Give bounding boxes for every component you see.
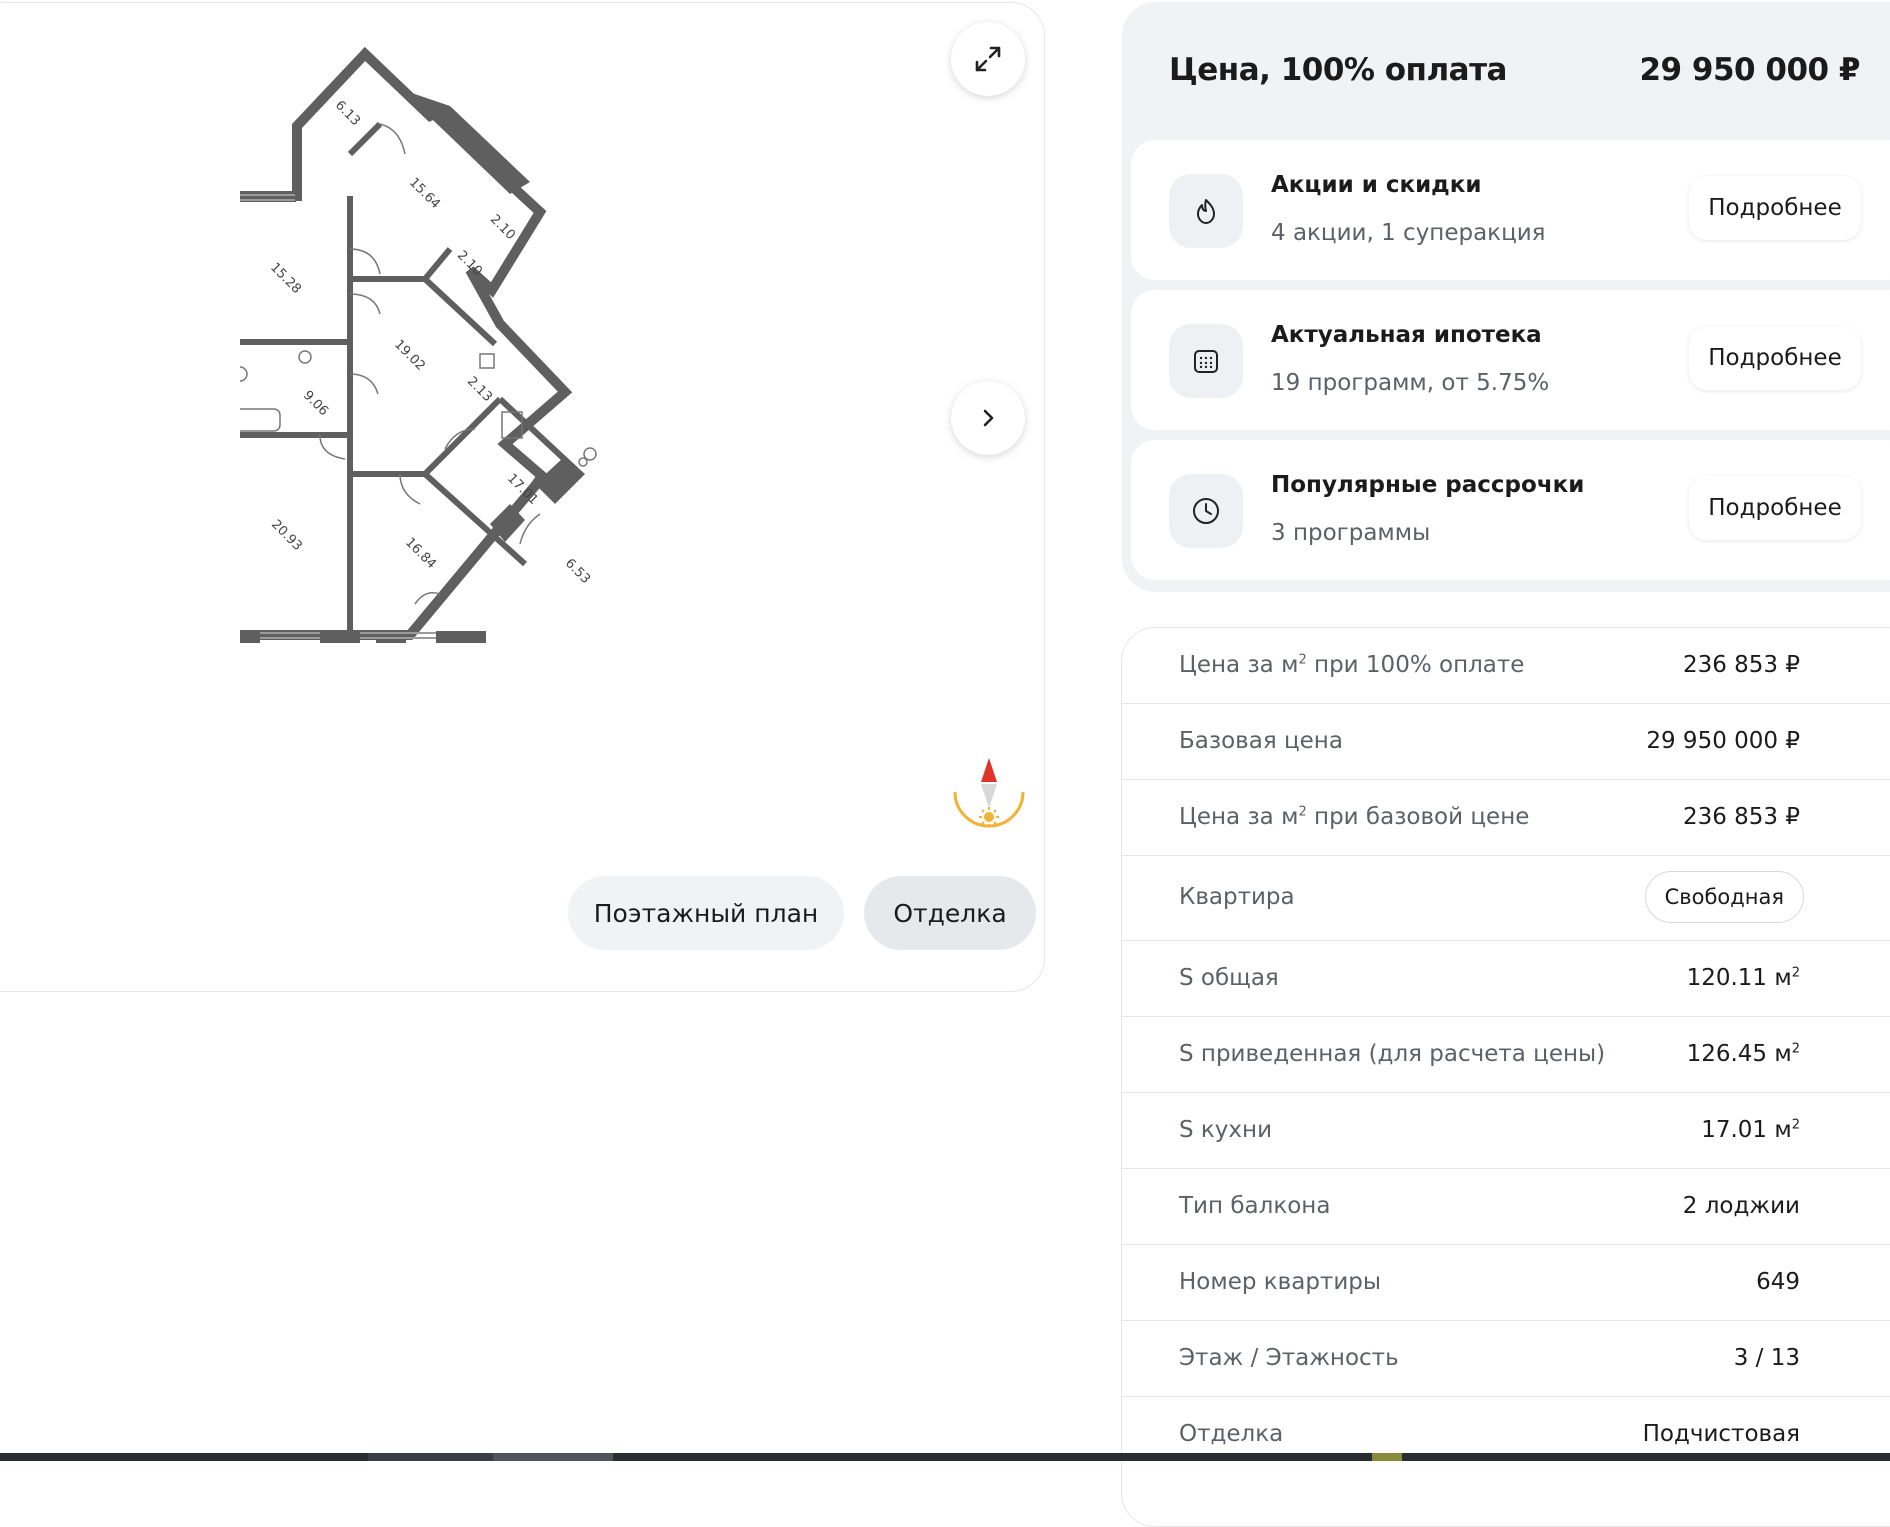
next-image-button[interactable]	[951, 381, 1025, 455]
offer-title: Популярные рассрочки	[1271, 472, 1585, 498]
spec-value: 2 лоджии	[1682, 1193, 1800, 1219]
spec-value: 17.01 м2	[1701, 1117, 1800, 1143]
spec-row-price-m2-base: Цена за м2 при базовой цене 236 853 ₽	[1122, 780, 1890, 856]
expand-arrows-icon	[975, 46, 1001, 72]
spec-row-floor: Этаж / Этажность 3 / 13	[1122, 1321, 1890, 1397]
spec-label-text: при 100% оплате	[1306, 652, 1525, 678]
spec-value: 236 853 ₽	[1682, 652, 1800, 678]
spec-label: S приведенная (для расчета цены)	[1179, 1041, 1606, 1067]
spec-label: Отделка	[1179, 1421, 1284, 1447]
spec-value: 236 853 ₽	[1682, 804, 1800, 830]
superscript: 2	[1791, 965, 1800, 981]
taskbar	[0, 1453, 1890, 1461]
offer-icon-wrapper	[1169, 174, 1243, 248]
clock-icon	[1193, 498, 1219, 524]
flame-icon	[1197, 199, 1215, 224]
offer-card-promotions[interactable]: Акции и скидки 4 акции, 1 суперакция Под…	[1131, 140, 1890, 280]
superscript: 2	[1298, 804, 1307, 820]
taskbar-item	[368, 1453, 493, 1461]
price-title: Цена, 100% оплата	[1169, 52, 1507, 88]
spec-label: Тип балкона	[1179, 1193, 1331, 1219]
offer-icon-wrapper	[1169, 474, 1243, 548]
spec-row-area-reduced: S приведенная (для расчета цены) 126.45 …	[1122, 1017, 1890, 1093]
spec-label: S общая	[1179, 965, 1279, 991]
floor-plan-drawing: 6.13 15.64 2.10 2.10 15.28 19.02 9.06 2.…	[240, 46, 597, 643]
spec-label: Этаж / Этажность	[1179, 1345, 1399, 1371]
offer-title: Акции и скидки	[1271, 172, 1482, 198]
spec-label: Квартира	[1179, 884, 1295, 910]
offer-details-button[interactable]: Подробнее	[1689, 326, 1861, 390]
offer-subtitle: 3 программы	[1271, 520, 1431, 546]
offer-details-button[interactable]: Подробнее	[1689, 476, 1861, 540]
spec-value: 649	[1756, 1269, 1800, 1295]
spec-value: 120.11 м2	[1687, 965, 1800, 991]
spec-value-text: 120.11 м	[1686, 965, 1792, 991]
spec-label: Базовая цена	[1179, 728, 1343, 754]
spec-row-base-price: Базовая цена 29 950 000 ₽	[1122, 704, 1890, 780]
spec-label-text: Цена за м	[1179, 652, 1299, 678]
spec-value: 3 / 13	[1733, 1345, 1800, 1371]
compass	[951, 746, 1027, 828]
floor-plan-button[interactable]: Поэтажный план	[568, 876, 844, 950]
taskbar-item	[493, 1453, 613, 1461]
offer-details-button[interactable]: Подробнее	[1689, 176, 1861, 240]
spec-value: 126.45 м2	[1687, 1041, 1800, 1067]
chevron-right-icon	[983, 409, 994, 427]
superscript: 2	[1791, 1041, 1800, 1057]
spec-row-finish: Отделка Подчистовая	[1122, 1397, 1890, 1473]
spec-row-balcony: Тип балкона 2 лоджии	[1122, 1169, 1890, 1245]
spec-label: Цена за м2 при базовой цене	[1179, 804, 1529, 830]
spec-label: Цена за м2 при 100% оплате	[1179, 652, 1524, 678]
apartment-specs: Цена за м2 при 100% оплате 236 853 ₽ Баз…	[1121, 627, 1890, 1527]
superscript: 2	[1791, 1117, 1800, 1133]
superscript: 2	[1298, 652, 1307, 668]
spec-label: S кухни	[1179, 1117, 1273, 1143]
finish-button[interactable]: Отделка	[864, 876, 1036, 950]
spec-row-apartment: Квартира Свободная	[1122, 856, 1890, 941]
offer-title: Актуальная ипотека	[1271, 322, 1542, 348]
offer-card-installments[interactable]: Популярные рассрочки 3 программы Подробн…	[1131, 440, 1890, 580]
spec-value-text: 126.45 м	[1686, 1041, 1792, 1067]
offer-icon-wrapper	[1169, 324, 1243, 398]
spec-label-text: при базовой цене	[1306, 804, 1530, 830]
spec-label: Номер квартиры	[1179, 1269, 1382, 1295]
spec-label-text: Цена за м	[1179, 804, 1299, 830]
spec-row-area-total: S общая 120.11 м2	[1122, 941, 1890, 1017]
compass-sun-icon	[953, 748, 1025, 828]
calendar-icon	[1194, 350, 1218, 373]
spec-row-number: Номер квартиры 649	[1122, 1245, 1890, 1321]
spec-value: Подчистовая	[1642, 1421, 1800, 1447]
offer-card-mortgage[interactable]: Актуальная ипотека 19 программ, от 5.75%…	[1131, 290, 1890, 430]
spec-value: 29 950 000 ₽	[1646, 728, 1800, 754]
spec-value-text: 17.01 м	[1701, 1117, 1792, 1143]
taskbar-item	[1372, 1453, 1402, 1461]
offer-subtitle: 4 акции, 1 суперакция	[1271, 220, 1546, 246]
spec-row-price-m2-full: Цена за м2 при 100% оплате 236 853 ₽	[1122, 628, 1890, 704]
price-value: 29 950 000 ₽	[1639, 52, 1860, 88]
spec-row-area-kitchen: S кухни 17.01 м2	[1122, 1093, 1890, 1169]
expand-button[interactable]	[951, 22, 1025, 96]
room-area-label: 6.53	[562, 556, 593, 587]
offer-subtitle: 19 программ, от 5.75%	[1271, 370, 1550, 396]
status-badge: Свободная	[1644, 871, 1804, 923]
